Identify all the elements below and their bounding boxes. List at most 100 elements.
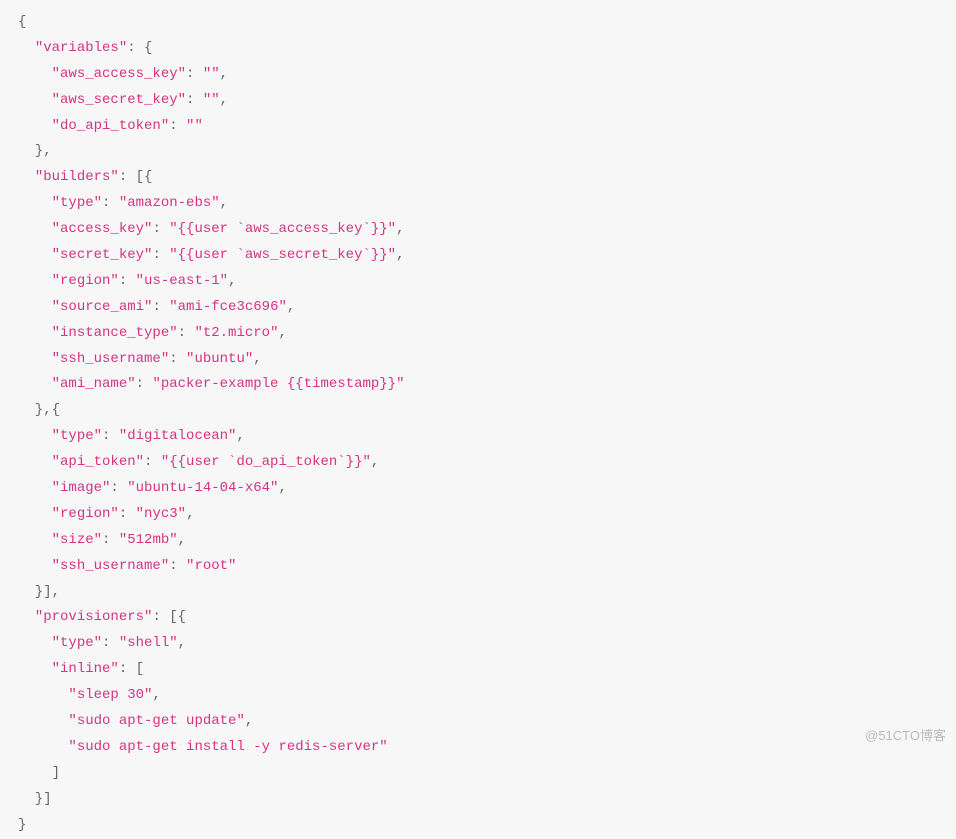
code-line: "api_token": "{{user `do_api_token`}}", [18,450,946,476]
code-token [18,661,52,677]
code-token: : [102,428,119,444]
code-line: { [18,10,946,36]
code-token: "api_token" [52,454,144,470]
code-line: "instance_type": "t2.micro", [18,321,946,347]
code-token: "sleep 30" [68,687,152,703]
code-token: , [278,480,286,496]
code-token: : [110,480,127,496]
code-token: "type" [52,428,102,444]
code-token: : [169,351,186,367]
code-line: "type": "shell", [18,631,946,657]
code-token: "aws_secret_key" [52,92,186,108]
code-token: "shell" [119,635,178,651]
code-token: "ssh_username" [52,558,170,574]
code-token: , [186,506,194,522]
code-token [18,299,52,315]
code-token: , [220,92,228,108]
code-token: "type" [52,195,102,211]
code-line: } [18,813,946,839]
code-token: "source_ami" [52,299,153,315]
code-token: "root" [186,558,236,574]
code-token: "ubuntu" [186,351,253,367]
code-line: },{ [18,398,946,424]
code-token: }, [18,143,52,159]
code-token: "" [203,92,220,108]
code-line: "ssh_username": "ubuntu", [18,347,946,373]
code-line: "access_key": "{{user `aws_access_key`}}… [18,217,946,243]
code-line: ] [18,761,946,787]
code-line: "sudo apt-get install -y redis-server" [18,735,946,761]
code-token: : [152,221,169,237]
code-token [18,558,52,574]
code-line: "sleep 30", [18,683,946,709]
code-token [18,169,35,185]
code-token: , [287,299,295,315]
code-line: "ssh_username": "root" [18,554,946,580]
code-line: "image": "ubuntu-14-04-x64", [18,476,946,502]
code-token: , [220,66,228,82]
code-token: : [{ [119,169,153,185]
code-token: : [119,273,136,289]
code-token: "ami-fce3c696" [169,299,287,315]
code-token: , [396,247,404,263]
code-line: "variables": { [18,36,946,62]
code-line: "provisioners": [{ [18,605,946,631]
code-token: "" [186,118,203,134]
code-token: ] [18,765,60,781]
code-token: "ubuntu-14-04-x64" [127,480,278,496]
code-token: : [186,66,203,82]
watermark: @51CTO博客 [865,724,946,748]
code-line: "aws_secret_key": "", [18,88,946,114]
code-token: "builders" [35,169,119,185]
code-token [18,351,52,367]
code-token: : [102,532,119,548]
code-token [18,609,35,625]
code-token: , [245,713,253,729]
code-token: },{ [18,402,60,418]
code-token: "{{user `do_api_token`}}" [161,454,371,470]
code-token: }], [18,584,60,600]
code-token: : [{ [152,609,186,625]
code-token: "t2.micro" [194,325,278,341]
code-token: "region" [52,506,119,522]
code-token: "aws_access_key" [52,66,186,82]
code-token [18,40,35,56]
code-token [18,687,68,703]
code-token: "amazon-ebs" [119,195,220,211]
code-token [18,66,52,82]
code-line: }], [18,580,946,606]
code-token [18,506,52,522]
code-token: : [144,454,161,470]
code-token: "digitalocean" [119,428,237,444]
code-token: : [186,92,203,108]
code-token: : { [127,40,152,56]
code-token: : [119,506,136,522]
code-token: "nyc3" [136,506,186,522]
code-token: "sudo apt-get update" [68,713,244,729]
code-token: "ssh_username" [52,351,170,367]
code-token: : [ [119,661,144,677]
code-line: }, [18,139,946,165]
code-token [18,92,52,108]
code-token [18,428,52,444]
code-token: : [169,558,186,574]
code-token: , [178,532,186,548]
code-token: , [396,221,404,237]
code-token [18,247,52,263]
code-token [18,739,68,755]
code-line: "type": "amazon-ebs", [18,191,946,217]
code-token: : [152,299,169,315]
code-token: "size" [52,532,102,548]
code-token: "ami_name" [52,376,136,392]
code-line: }] [18,787,946,813]
code-token [18,325,52,341]
code-token: "inline" [52,661,119,677]
code-token: , [253,351,261,367]
code-token [18,221,52,237]
code-line: "source_ami": "ami-fce3c696", [18,295,946,321]
code-token: "{{user `aws_secret_key`}}" [169,247,396,263]
code-token: , [152,687,160,703]
code-token [18,480,52,496]
code-token: "region" [52,273,119,289]
code-token [18,195,52,211]
